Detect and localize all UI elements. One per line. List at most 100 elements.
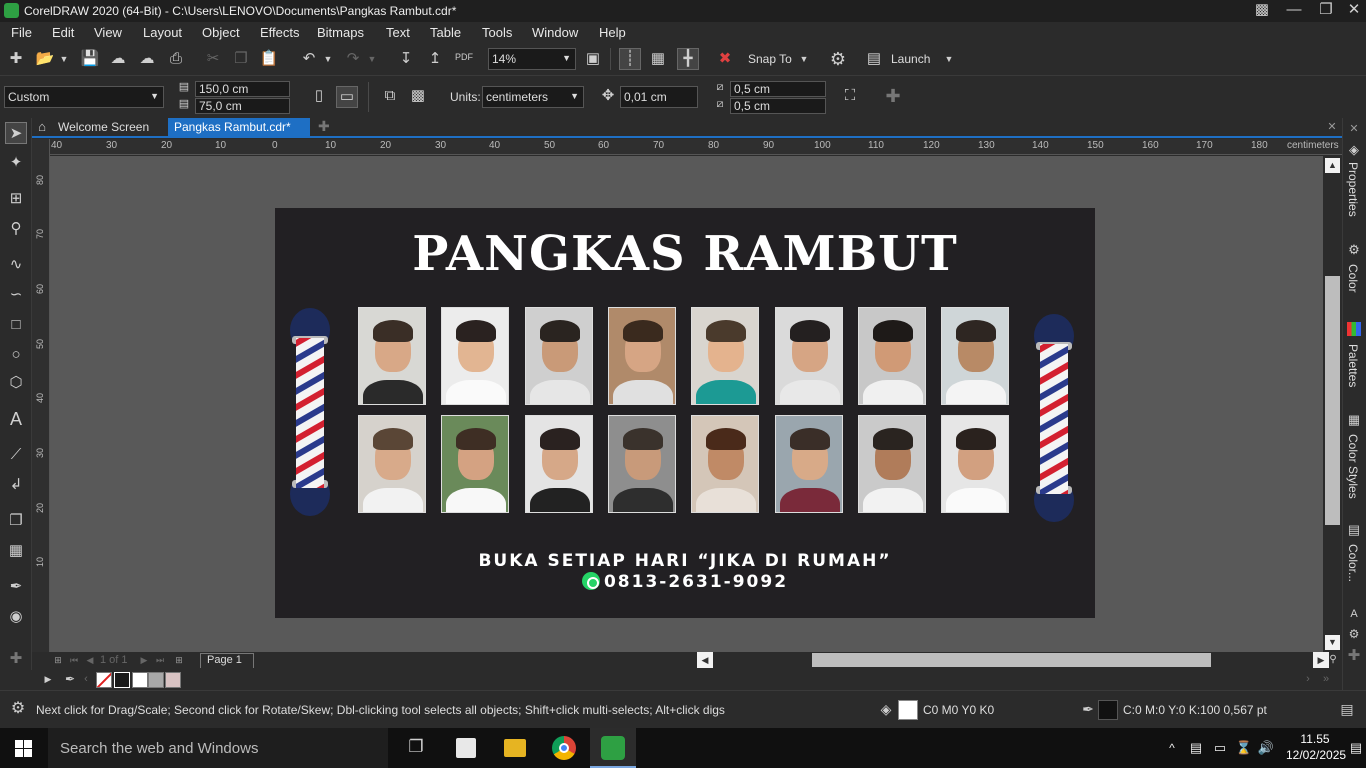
docker-add-icon[interactable]: ✚ xyxy=(1346,648,1362,664)
menu-edit[interactable]: Edit xyxy=(52,25,74,40)
show-hidden-icons-icon[interactable]: ^ xyxy=(1164,738,1180,758)
current-page-icon[interactable]: ▩ xyxy=(408,86,428,106)
haircut-photo[interactable] xyxy=(691,307,759,405)
menu-window[interactable]: Window xyxy=(532,25,578,40)
haircut-photo[interactable] xyxy=(608,415,676,513)
haircut-photo[interactable] xyxy=(858,415,926,513)
battery-icon[interactable]: ▭ xyxy=(1210,738,1230,758)
palette-eyedropper-icon[interactable]: ✒ xyxy=(62,670,78,688)
haircut-photo[interactable] xyxy=(858,307,926,405)
options-gear-icon[interactable]: ⚙ xyxy=(828,49,848,69)
docker-tab-color[interactable]: Color xyxy=(1346,264,1360,293)
menu-help[interactable]: Help xyxy=(599,25,626,40)
crop-tool-icon[interactable]: ⊞ xyxy=(5,188,27,210)
vertical-ruler[interactable]: 80 70 60 50 40 30 20 10 xyxy=(32,139,50,652)
scroll-left-icon[interactable]: ◀ xyxy=(697,652,713,668)
launch-dropdown-icon[interactable]: ▼ xyxy=(943,49,955,69)
open-hours-text[interactable]: BUKA SETIAP HARI “JIKA DI RUMAH” xyxy=(275,551,1095,571)
coreldraw-taskbar-button[interactable] xyxy=(590,728,636,768)
fill-color-swatch[interactable] xyxy=(898,700,918,720)
add-page-before-icon[interactable]: ⊞ xyxy=(52,652,64,668)
menu-effects[interactable]: Effects xyxy=(260,25,300,40)
next-page-icon[interactable]: ▶ xyxy=(138,652,150,668)
pick-tool-icon[interactable]: ➤ xyxy=(5,122,27,144)
horizontal-scrollbar[interactable]: ◀ ▶ xyxy=(697,652,1343,668)
launch-button[interactable]: Launch xyxy=(891,52,930,66)
interactive-fill-tool-icon[interactable]: ◉ xyxy=(5,606,27,628)
full-screen-icon[interactable]: ▣ xyxy=(583,49,603,69)
first-page-icon[interactable]: ⏮ xyxy=(68,652,80,668)
docker-settings-icon[interactable]: ⚙ xyxy=(1346,626,1362,642)
publish-pdf-button[interactable]: PDF xyxy=(455,52,473,62)
haircut-photo[interactable] xyxy=(525,307,593,405)
copy-icon[interactable]: ❐ xyxy=(231,49,251,69)
haircut-photo[interactable] xyxy=(358,415,426,513)
ellipse-tool-icon[interactable]: ○ xyxy=(5,344,27,366)
page-height-input[interactable]: 75,0 cm xyxy=(195,98,290,114)
menu-table[interactable]: Table xyxy=(430,25,461,40)
open-folder-icon[interactable]: 📂 xyxy=(35,49,55,69)
undo-dropdown-icon[interactable]: ▼ xyxy=(322,49,334,69)
barber-pole-right[interactable] xyxy=(1032,314,1076,522)
windows-start-icon[interactable] xyxy=(15,740,32,757)
restore-button[interactable]: ❐ xyxy=(1316,0,1336,20)
color-docker2-icon[interactable]: ▤ xyxy=(1346,522,1362,538)
phone-line[interactable]: 0813-2631-9092 xyxy=(275,572,1095,592)
swatch-no-color[interactable] xyxy=(96,672,112,688)
outline-color-swatch[interactable] xyxy=(1098,700,1118,720)
haircut-photo[interactable] xyxy=(691,415,759,513)
undo-icon[interactable]: ↶ xyxy=(299,49,319,69)
artistic-media-tool-icon[interactable]: ∽ xyxy=(5,284,27,306)
redo-icon[interactable]: ↷ xyxy=(343,49,363,69)
menu-layout[interactable]: Layout xyxy=(143,25,182,40)
docker-tab-color-styles[interactable]: Color Styles xyxy=(1346,434,1360,499)
cut-icon[interactable]: ✂ xyxy=(203,49,223,69)
rectangle-tool-icon[interactable]: □ xyxy=(5,314,27,336)
haircut-photo[interactable] xyxy=(775,307,843,405)
scroll-up-icon[interactable]: ▲ xyxy=(1325,158,1340,173)
taskbar-search-box[interactable]: Search the web and Windows xyxy=(48,728,388,768)
horizontal-scroll-thumb[interactable] xyxy=(812,653,1211,667)
treat-as-filled-icon[interactable]: ⛶ xyxy=(840,86,860,106)
account-icon[interactable]: ▩ xyxy=(1252,0,1272,20)
notification-center-icon[interactable]: ▤ xyxy=(1348,738,1364,758)
color-styles-docker-icon[interactable]: ▦ xyxy=(1346,412,1362,428)
cloud-download-icon[interactable]: ☁ xyxy=(137,49,157,69)
connector-tool-icon[interactable]: ↲ xyxy=(5,474,27,496)
horizontal-ruler[interactable]: 40 30 20 10 0 10 20 30 40 50 60 70 80 90… xyxy=(50,139,1342,155)
drawing-canvas[interactable]: PANGKAS RAMBUT BUKA SETIAP HARI “JIKA DI… xyxy=(50,156,1323,652)
new-document-icon[interactable]: ✚ xyxy=(6,49,26,69)
tab-pangkas-rambut[interactable]: Pangkas Rambut.cdr* xyxy=(168,118,310,138)
task-view-icon[interactable]: ❐ xyxy=(404,737,428,757)
swatch-gray[interactable] xyxy=(148,672,164,688)
store-icon[interactable] xyxy=(456,738,476,758)
units-select[interactable]: centimeters ▼ xyxy=(482,86,584,108)
snap-to-dropdown-icon[interactable]: ▼ xyxy=(798,49,810,69)
swatch-pink[interactable] xyxy=(165,672,181,688)
nudge-distance-input[interactable]: 0,01 cm xyxy=(620,86,698,108)
snap-to-button[interactable]: Snap To xyxy=(748,52,792,66)
last-page-icon[interactable]: ⏭ xyxy=(154,652,166,668)
freehand-tool-icon[interactable]: ∿ xyxy=(5,254,27,276)
menu-bitmaps[interactable]: Bitmaps xyxy=(317,25,364,40)
page-tab[interactable]: Page 1 xyxy=(200,653,254,668)
paste-icon[interactable]: 📋 xyxy=(259,49,279,69)
snap-off-icon[interactable]: ✖ xyxy=(715,49,735,69)
zoom-navigator-icon[interactable]: ⚲ xyxy=(1326,652,1340,668)
docker-tab-properties[interactable]: Properties xyxy=(1346,162,1360,217)
wifi-icon[interactable]: ⌛ xyxy=(1234,738,1254,758)
portrait-icon[interactable]: ▯ xyxy=(309,86,329,106)
haircut-photo[interactable] xyxy=(358,307,426,405)
page-width-input[interactable]: 150,0 cm xyxy=(195,81,290,97)
swatch-black[interactable] xyxy=(114,672,130,688)
barber-pole-left[interactable] xyxy=(288,308,332,516)
properties-docker-icon[interactable]: ◈ xyxy=(1346,142,1362,158)
import-icon[interactable]: ↧ xyxy=(396,49,416,69)
haircut-photo[interactable] xyxy=(941,415,1009,513)
add-quick-customize-icon[interactable]: ✚ xyxy=(883,86,903,106)
menu-file[interactable]: File xyxy=(11,25,32,40)
tab-welcome-screen[interactable]: Welcome Screen xyxy=(52,118,155,138)
palette-scroll-right-icon[interactable]: › xyxy=(1302,670,1314,688)
color-proofing-icon[interactable]: ▤ xyxy=(1337,699,1357,719)
design-title[interactable]: PANGKAS RAMBUT xyxy=(275,226,1095,282)
